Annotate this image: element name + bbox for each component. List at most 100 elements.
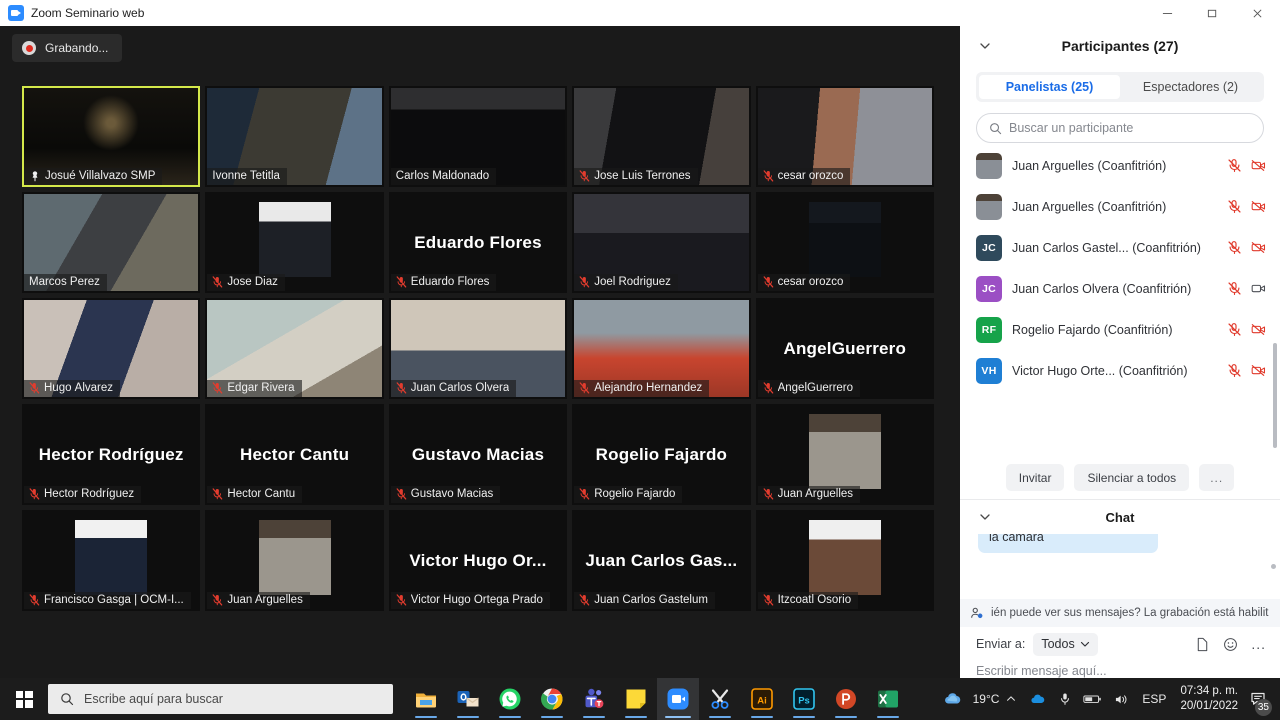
chevron-down-icon[interactable]	[978, 39, 992, 53]
chat-send-row: Enviar a: Todos ...	[960, 627, 1280, 661]
mic-muted-icon	[579, 594, 590, 606]
tab-attendees[interactable]: Espectadores (2)	[1120, 75, 1261, 99]
participant-row[interactable]: VH Victor Hugo Orte... (Coanfitrión)	[960, 350, 1280, 391]
taskbar-file-explorer-icon[interactable]	[405, 678, 447, 720]
participant-row[interactable]: JC Juan Carlos Gastel... (Coanfitrión)	[960, 227, 1280, 268]
taskbar-chrome-icon[interactable]	[531, 678, 573, 720]
participant-search[interactable]	[976, 113, 1264, 143]
video-tile[interactable]: Marcos Perez	[22, 192, 201, 293]
chat-more-button[interactable]: ...	[1251, 637, 1266, 651]
video-tile[interactable]: Juan Arguelles	[755, 404, 934, 505]
tile-participant-name: Edgar Rivera	[227, 382, 295, 394]
mic-muted-icon	[579, 488, 590, 500]
video-tile[interactable]: Victor Hugo Or... Victor Hugo Ortega Prad…	[388, 510, 568, 611]
taskbar-illustrator-icon[interactable]: Ai	[741, 678, 783, 720]
participants-scrollbar[interactable]	[1273, 343, 1277, 448]
camera-off-icon[interactable]	[1251, 363, 1266, 378]
camera-off-icon[interactable]	[1251, 199, 1266, 214]
chat-messages[interactable]: la cámara	[960, 534, 1280, 599]
cloud-icon[interactable]	[937, 678, 969, 720]
windows-start-icon[interactable]	[0, 678, 48, 720]
volume-icon[interactable]	[1108, 678, 1134, 720]
close-icon[interactable]	[1235, 0, 1280, 26]
taskbar-snipping-tool-icon[interactable]	[699, 678, 741, 720]
tab-panelists[interactable]: Panelistas (25)	[979, 75, 1120, 99]
video-tile[interactable]: Juan Carlos Olvera	[388, 298, 568, 399]
minimize-icon[interactable]	[1145, 0, 1190, 26]
video-tile[interactable]: Ivonne Tetitla	[205, 86, 384, 187]
battery-icon[interactable]	[1077, 678, 1108, 720]
video-tile[interactable]: Hector Rodríguez Hector Rodríguez	[22, 404, 201, 505]
chevron-up-icon[interactable]	[999, 678, 1023, 720]
video-tile[interactable]: Gustavo Macias Gustavo Macias	[388, 404, 568, 505]
onedrive-icon[interactable]	[1023, 678, 1053, 720]
taskbar-sticky-notes-icon[interactable]	[615, 678, 657, 720]
video-tile[interactable]: Joel Rodriguez	[572, 192, 751, 293]
tile-participant-name: Carlos Maldonado	[395, 170, 490, 182]
video-tile[interactable]: Jose Diaz	[205, 192, 384, 293]
taskbar-teams-icon[interactable]	[573, 678, 615, 720]
video-tile[interactable]: Alejandro Hernandez	[572, 298, 751, 399]
mic-muted-icon[interactable]	[1227, 158, 1242, 173]
video-tile[interactable]: Francisco Gasga | OCM-I...	[22, 510, 201, 611]
chat-notice-text: ién puede ver sus mensajes? La grabación…	[991, 607, 1269, 619]
video-tile[interactable]: Jose Luis Terrones	[572, 86, 751, 187]
microphone-icon[interactable]	[1053, 678, 1077, 720]
chat-message-text: la cámara	[978, 534, 1158, 553]
chat-input[interactable]: Escribir mensaje aquí...	[960, 661, 1280, 678]
chevron-down-icon[interactable]	[978, 510, 992, 524]
participants-list[interactable]: Juan Arguelles (Coanfitrión) Juan Arguell…	[960, 143, 1280, 456]
participant-row[interactable]: Juan Arguelles (Coanfitrión)	[960, 186, 1280, 227]
maximize-icon[interactable]	[1190, 0, 1235, 26]
tile-participant-name: Ivonne Tetitla	[212, 170, 280, 182]
video-tile[interactable]: Hector Cantu Hector Cantu	[205, 404, 384, 505]
taskbar-photoshop-icon[interactable]: Ps	[783, 678, 825, 720]
clock[interactable]: 07:34 p. m. 20/01/2022	[1174, 678, 1246, 720]
emoji-icon[interactable]	[1223, 637, 1238, 652]
video-tile[interactable]: Carlos Maldonado	[388, 86, 568, 187]
taskbar-powerpoint-icon[interactable]	[825, 678, 867, 720]
video-tile[interactable]: Edgar Rivera	[205, 298, 384, 399]
mic-muted-icon	[212, 276, 223, 288]
mic-muted-icon[interactable]	[1227, 322, 1242, 337]
file-icon[interactable]	[1195, 637, 1210, 652]
language-indicator[interactable]: ESP	[1134, 692, 1174, 706]
taskbar-excel-icon[interactable]	[867, 678, 909, 720]
participant-row[interactable]: JC Juan Carlos Olvera (Coanfitrión)	[960, 268, 1280, 309]
participant-row[interactable]: RF Rogelio Fajardo (Coanfitrión)	[960, 309, 1280, 350]
taskbar-zoom-icon[interactable]	[657, 678, 699, 720]
tile-name-label: Josué Villalvazo SMP	[24, 168, 163, 185]
video-tile[interactable]: Itzcoatl Osorio	[755, 510, 934, 611]
mic-muted-icon[interactable]	[1227, 199, 1242, 214]
video-tile[interactable]: Hugo Álvarez	[22, 298, 201, 399]
camera-on-icon[interactable]	[1251, 281, 1266, 296]
mic-muted-icon[interactable]	[1227, 363, 1242, 378]
camera-off-icon[interactable]	[1251, 158, 1266, 173]
send-to-dropdown[interactable]: Todos	[1033, 632, 1098, 656]
tile-participant-name: cesar orozco	[777, 170, 844, 182]
mic-muted-icon[interactable]	[1227, 240, 1242, 255]
video-tile[interactable]: Juan Carlos Gas... Juan Carlos Gastelum	[572, 510, 751, 611]
recording-indicator[interactable]: Grabando...	[12, 34, 123, 62]
chat-scrollbar[interactable]	[1271, 564, 1276, 569]
camera-off-icon[interactable]	[1251, 322, 1266, 337]
taskbar-search[interactable]: Escribe aquí para buscar	[48, 684, 393, 714]
participants-more-button[interactable]: ...	[1199, 464, 1235, 491]
camera-off-icon[interactable]	[1251, 240, 1266, 255]
mic-muted-icon	[763, 170, 773, 182]
invite-button[interactable]: Invitar	[1005, 464, 1065, 491]
taskbar-outlook-icon[interactable]	[447, 678, 489, 720]
notifications-icon[interactable]: 35	[1246, 678, 1274, 720]
video-tile[interactable]: Juan Arguelles	[205, 510, 384, 611]
participant-row[interactable]: Juan Arguelles (Coanfitrión)	[960, 145, 1280, 186]
mute-all-button[interactable]: Silenciar a todos	[1074, 464, 1190, 491]
video-tile[interactable]: cesar orozco	[755, 86, 934, 187]
video-tile[interactable]: cesar orozco	[755, 192, 934, 293]
video-tile[interactable]: AngelGuerrero AngelGuerrero	[755, 298, 934, 399]
video-tile[interactable]: Josué Villalvazo SMP	[22, 86, 201, 187]
mic-muted-icon[interactable]	[1227, 281, 1242, 296]
video-tile[interactable]: Rogelio Fajardo Rogelio Fajardo	[572, 404, 751, 505]
taskbar-whatsapp-icon[interactable]	[489, 678, 531, 720]
search-input[interactable]	[1009, 121, 1251, 135]
video-tile[interactable]: Eduardo Flores Eduardo Flores	[388, 192, 568, 293]
